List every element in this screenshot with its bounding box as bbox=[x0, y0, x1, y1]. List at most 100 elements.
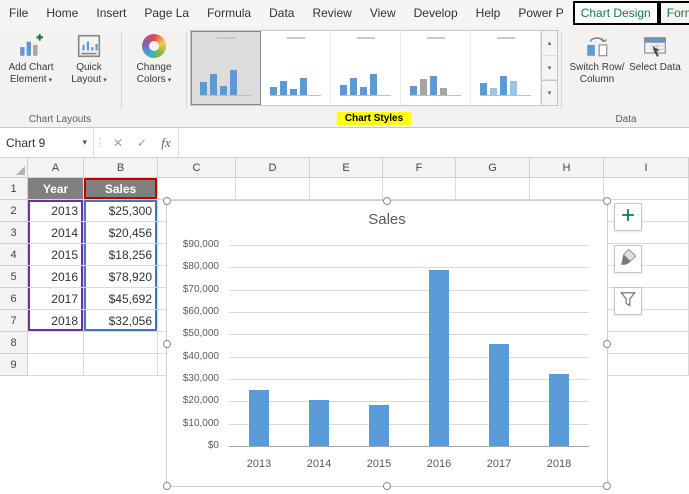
chart-bar-2018[interactable] bbox=[549, 374, 569, 446]
cell-A1[interactable]: Year bbox=[28, 178, 84, 200]
ribbon-tab-home[interactable]: Home bbox=[37, 0, 87, 26]
name-box[interactable]: Chart 9 ▾ bbox=[0, 128, 94, 157]
chart-bar-2014[interactable] bbox=[309, 400, 329, 446]
column-header-G[interactable]: G bbox=[456, 158, 530, 178]
row-header-5[interactable]: 5 bbox=[0, 266, 28, 288]
column-header-I[interactable]: I bbox=[604, 158, 689, 178]
ribbon-tab-insert[interactable]: Insert bbox=[87, 0, 135, 26]
row-header-9[interactable]: 9 bbox=[0, 354, 28, 376]
cell-B3[interactable]: $20,456 bbox=[84, 222, 158, 244]
chart-resize-handle[interactable] bbox=[163, 482, 171, 490]
row-header-2[interactable]: 2 bbox=[0, 200, 28, 222]
cell-B8[interactable] bbox=[84, 332, 158, 354]
insert-function-button[interactable]: fx bbox=[154, 128, 178, 157]
cell-A4[interactable]: 2015 bbox=[28, 244, 84, 266]
cell-B5[interactable]: $78,920 bbox=[84, 266, 158, 288]
column-header-E[interactable]: E bbox=[310, 158, 383, 178]
ribbon-tab-help[interactable]: Help bbox=[467, 0, 510, 26]
cell-A6[interactable]: 2017 bbox=[28, 288, 84, 310]
cancel-button[interactable]: ✕ bbox=[106, 128, 130, 157]
chart-bar-2017[interactable] bbox=[489, 344, 509, 446]
chart-plot-area[interactable] bbox=[229, 245, 589, 446]
select-all-corner[interactable] bbox=[0, 158, 28, 178]
chart-resize-handle[interactable] bbox=[603, 340, 611, 348]
cell-A8[interactable] bbox=[28, 332, 84, 354]
chart-resize-handle[interactable] bbox=[603, 197, 611, 205]
chart-bar-2016[interactable] bbox=[429, 270, 449, 446]
ribbon-tab-format[interactable]: Format bbox=[659, 1, 689, 25]
chart-y-axis[interactable]: $90,000$80,000$70,000$60,000$50,000$40,0… bbox=[167, 245, 223, 446]
chart-object[interactable]: Sales $90,000$80,000$70,000$60,000$50,00… bbox=[166, 200, 608, 487]
chart-resize-handle[interactable] bbox=[603, 482, 611, 490]
cell-A5[interactable]: 2016 bbox=[28, 266, 84, 288]
cell-F1[interactable] bbox=[383, 178, 456, 200]
chart-resize-handle[interactable] bbox=[163, 197, 171, 205]
chart-styles-button[interactable] bbox=[614, 245, 642, 273]
cell-B9[interactable] bbox=[84, 354, 158, 376]
chart-style-option-1[interactable] bbox=[191, 31, 261, 105]
cell-H1[interactable] bbox=[530, 178, 604, 200]
cell-I8[interactable] bbox=[604, 332, 689, 354]
formula-bar-splitter[interactable]: ⋮ bbox=[94, 128, 106, 157]
ribbon-tab-data[interactable]: Data bbox=[260, 0, 303, 26]
switch-row-column-button[interactable]: Switch Row/ Column bbox=[568, 29, 626, 86]
cell-A2[interactable]: 2013 bbox=[28, 200, 84, 222]
cell-I9[interactable] bbox=[604, 354, 689, 376]
name-box-dropdown-icon[interactable]: ▾ bbox=[82, 137, 87, 148]
quick-layout-button[interactable]: Quick Layout▾ bbox=[60, 29, 118, 86]
ribbon-tab-review[interactable]: Review bbox=[303, 0, 360, 26]
chart-bar-2013[interactable] bbox=[249, 390, 269, 447]
column-header-A[interactable]: A bbox=[28, 158, 84, 178]
cell-B6[interactable]: $45,692 bbox=[84, 288, 158, 310]
chart-elements-button[interactable] bbox=[614, 203, 642, 231]
select-data-button[interactable]: Select Data bbox=[626, 29, 684, 74]
chart-resize-handle[interactable] bbox=[163, 340, 171, 348]
row-header-8[interactable]: 8 bbox=[0, 332, 28, 354]
ribbon-tab-view[interactable]: View bbox=[361, 0, 405, 26]
cell-B4[interactable]: $18,256 bbox=[84, 244, 158, 266]
enter-button[interactable]: ✓ bbox=[130, 128, 154, 157]
ribbon-tab-chart-design[interactable]: Chart Design bbox=[573, 1, 659, 25]
cell-G1[interactable] bbox=[456, 178, 530, 200]
cell-E1[interactable] bbox=[310, 178, 383, 200]
row-header-6[interactable]: 6 bbox=[0, 288, 28, 310]
ribbon-tab-page-la[interactable]: Page La bbox=[135, 0, 198, 26]
gallery-more-button[interactable]: ▾ bbox=[542, 80, 557, 105]
gallery-scroll-down-button[interactable]: ▾ bbox=[542, 56, 557, 81]
row-header-4[interactable]: 4 bbox=[0, 244, 28, 266]
chart-x-axis[interactable]: 201320142015201620172018 bbox=[229, 458, 589, 474]
ribbon-tab-file[interactable]: File bbox=[0, 0, 37, 26]
cell-C1[interactable] bbox=[158, 178, 236, 200]
cell-D1[interactable] bbox=[236, 178, 310, 200]
gallery-scroll-up-button[interactable]: ▴ bbox=[542, 31, 557, 56]
column-header-D[interactable]: D bbox=[236, 158, 310, 178]
cell-A3[interactable]: 2014 bbox=[28, 222, 84, 244]
chart-style-option-4[interactable] bbox=[401, 31, 471, 105]
chart-style-option-5[interactable] bbox=[471, 31, 541, 105]
chart-title[interactable]: Sales bbox=[167, 211, 607, 228]
ribbon-tab-power-p[interactable]: Power P bbox=[509, 0, 572, 26]
cell-B2[interactable]: $25,300 bbox=[84, 200, 158, 222]
formula-input[interactable] bbox=[178, 128, 689, 157]
add-chart-element-button[interactable]: Add Chart Element▾ bbox=[2, 29, 60, 86]
row-header-3[interactable]: 3 bbox=[0, 222, 28, 244]
column-header-B[interactable]: B bbox=[84, 158, 158, 178]
chart-filters-button[interactable] bbox=[614, 287, 642, 315]
chart-bar-2015[interactable] bbox=[369, 405, 389, 446]
cell-I1[interactable] bbox=[604, 178, 689, 200]
column-header-H[interactable]: H bbox=[530, 158, 604, 178]
chart-style-option-2[interactable] bbox=[261, 31, 331, 105]
cell-A7[interactable]: 2018 bbox=[28, 310, 84, 332]
row-header-1[interactable]: 1 bbox=[0, 178, 28, 200]
ribbon-tab-develop[interactable]: Develop bbox=[405, 0, 467, 26]
column-header-F[interactable]: F bbox=[383, 158, 456, 178]
chart-resize-handle[interactable] bbox=[383, 482, 391, 490]
column-header-C[interactable]: C bbox=[158, 158, 236, 178]
chart-resize-handle[interactable] bbox=[383, 197, 391, 205]
row-header-7[interactable]: 7 bbox=[0, 310, 28, 332]
change-colors-button[interactable]: Change Colors▾ bbox=[125, 29, 183, 86]
cell-B7[interactable]: $32,056 bbox=[84, 310, 158, 332]
cell-A9[interactable] bbox=[28, 354, 84, 376]
ribbon-tab-formula[interactable]: Formula bbox=[198, 0, 260, 26]
chart-style-option-3[interactable] bbox=[331, 31, 401, 105]
